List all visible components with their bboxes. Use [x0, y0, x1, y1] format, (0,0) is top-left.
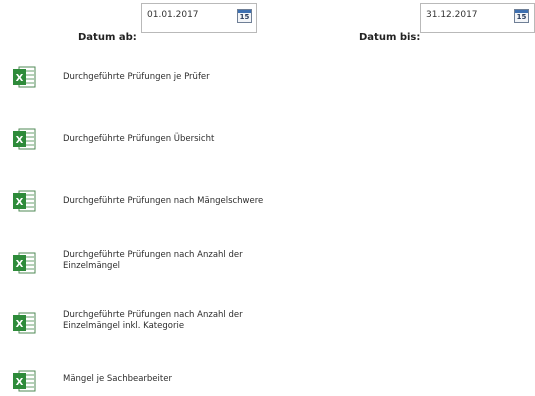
calendar-day: 15 [239, 13, 250, 21]
report-label: Durchgeführte Prüfungen Übersicht [63, 134, 215, 144]
svg-text:X: X [16, 73, 24, 84]
report-item-pruefungen-uebersicht[interactable]: X Durchgeführte Prüfungen Übersicht [12, 128, 432, 156]
report-item-pruefungen-einzelmaengel-kategorie[interactable]: X Durchgeführte Prüfungen nach Anzahl de… [12, 306, 432, 334]
date-to-value: 31.12.2017 [426, 10, 478, 20]
report-item-maengel-je-sachbearbeiter[interactable]: X Mängel je Sachbearbeiter [12, 364, 432, 392]
report-label: Durchgeführte Prüfungen nach Mängelschwe… [63, 196, 264, 206]
svg-text:X: X [16, 197, 24, 208]
excel-icon: X [12, 370, 36, 392]
date-from-value: 01.01.2017 [147, 10, 199, 20]
date-to-label: Datum bis: [359, 32, 421, 43]
calendar-icon[interactable]: 15 [514, 9, 529, 23]
report-label: Mängel je Sachbearbeiter [63, 374, 172, 384]
excel-icon: X [12, 312, 36, 334]
excel-icon: X [12, 66, 36, 88]
svg-text:X: X [16, 135, 24, 146]
report-label: Durchgeführte Prüfungen nach Anzahl der … [63, 250, 243, 271]
report-item-pruefungen-maengelschwere[interactable]: X Durchgeführte Prüfungen nach Mängelsch… [12, 190, 432, 218]
excel-icon: X [12, 128, 36, 150]
report-item-pruefungen-je-pruefer[interactable]: X Durchgeführte Prüfungen je Prüfer [12, 66, 432, 94]
report-label: Durchgeführte Prüfungen nach Anzahl der … [63, 310, 243, 331]
date-to-field[interactable]: 31.12.2017 15 [420, 3, 535, 33]
report-item-pruefungen-anzahl-einzelmaengel[interactable]: X Durchgeführte Prüfungen nach Anzahl de… [12, 246, 432, 274]
date-from-field[interactable]: 01.01.2017 15 [141, 3, 257, 33]
calendar-icon[interactable]: 15 [237, 9, 252, 23]
svg-text:X: X [16, 377, 24, 388]
date-from-label: Datum ab: [78, 32, 137, 43]
svg-text:X: X [16, 259, 24, 270]
calendar-day: 15 [516, 13, 527, 21]
excel-icon: X [12, 190, 36, 212]
excel-icon: X [12, 252, 36, 274]
svg-text:X: X [16, 319, 24, 330]
report-label: Durchgeführte Prüfungen je Prüfer [63, 72, 210, 82]
